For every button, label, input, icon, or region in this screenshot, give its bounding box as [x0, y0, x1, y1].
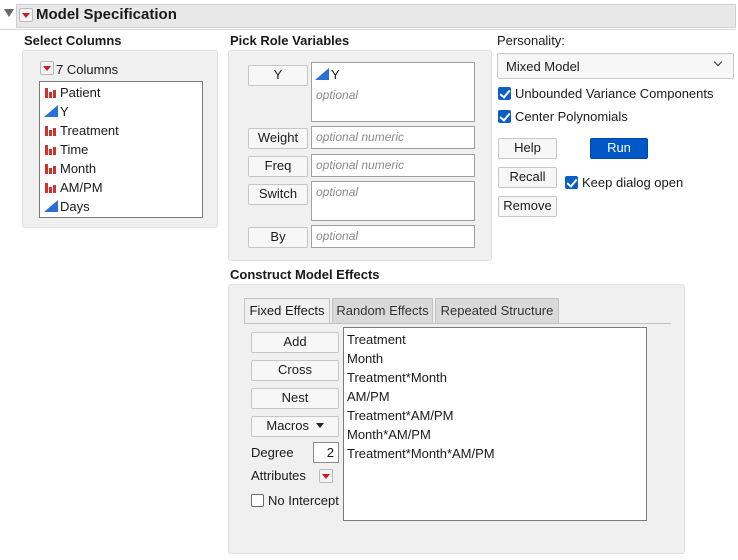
- remove-button[interactable]: Remove: [498, 196, 557, 217]
- columns-menu-icon[interactable]: [40, 61, 54, 75]
- no-intercept-checkbox-icon: [251, 494, 264, 507]
- attributes-label: Attributes: [251, 468, 306, 483]
- center-checkbox-icon: [498, 110, 511, 123]
- effect-list-item[interactable]: Month: [344, 349, 646, 368]
- continuous-triangle-icon: [44, 105, 58, 117]
- column-list-item[interactable]: AM/PM: [40, 178, 202, 197]
- column-list-item[interactable]: Time: [40, 140, 202, 159]
- effect-list-item[interactable]: Treatment*Month: [344, 368, 646, 387]
- personality-select[interactable]: Mixed Model: [497, 53, 734, 79]
- freq-role-box[interactable]: optional numeric: [311, 154, 475, 177]
- column-list-item[interactable]: Y: [40, 102, 202, 121]
- switch-role-box[interactable]: optional: [311, 181, 475, 221]
- pick-roles-heading: Pick Role Variables: [230, 33, 350, 48]
- no-intercept-label: No Intercept: [268, 493, 339, 508]
- degree-input[interactable]: 2: [313, 442, 339, 463]
- attributes-menu-icon[interactable]: [319, 469, 333, 483]
- switch-role-hint: optional: [316, 185, 359, 199]
- personality-label: Personality:: [497, 33, 565, 48]
- effects-list[interactable]: Treatment Month Treatment*Month AM/PM Treatm…: [343, 327, 647, 521]
- effect-list-item[interactable]: Treatment: [344, 330, 646, 349]
- macros-button[interactable]: Macros: [251, 416, 339, 437]
- column-name: AM/PM: [60, 180, 103, 195]
- title-bar: Model Specification: [0, 0, 736, 30]
- column-name: Treatment: [60, 123, 119, 138]
- center-polynomials-checkbox[interactable]: Center Polynomials: [498, 109, 628, 124]
- y-role-hint: optional: [316, 88, 359, 102]
- unbounded-label: Unbounded Variance Components: [515, 86, 714, 101]
- personality-selected: Mixed Model: [506, 59, 580, 74]
- column-name: Time: [60, 142, 89, 157]
- y-role-button[interactable]: Y: [248, 65, 308, 86]
- column-name: Days: [60, 199, 90, 214]
- page-title: Model Specification: [36, 6, 177, 23]
- column-name: Y: [60, 104, 69, 119]
- construct-effects-panel: Fixed Effects Random Effects Repeated St…: [228, 284, 685, 554]
- add-button[interactable]: Add: [251, 332, 339, 353]
- effect-list-item[interactable]: AM/PM: [344, 387, 646, 406]
- column-list-item[interactable]: Patient: [40, 83, 202, 102]
- column-list-item[interactable]: Treatment: [40, 121, 202, 140]
- weight-role-button[interactable]: Weight: [248, 128, 308, 149]
- help-button[interactable]: Help: [498, 138, 557, 159]
- center-label: Center Polynomials: [515, 109, 628, 124]
- column-list-item[interactable]: Month: [40, 159, 202, 178]
- red-triangle-menu-icon[interactable]: [19, 8, 33, 22]
- by-role-box[interactable]: optional: [311, 225, 475, 248]
- y-role-value: Y: [331, 67, 340, 82]
- tab-divider: [244, 323, 671, 324]
- nominal-bar-icon: [45, 183, 56, 193]
- column-name: Patient: [60, 85, 101, 100]
- dropdown-triangle-icon: [315, 423, 324, 428]
- keep-open-label: Keep dialog open: [582, 175, 684, 190]
- column-count-label: 7 Columns: [56, 62, 119, 77]
- y-role-box[interactable]: Y optional: [311, 62, 475, 122]
- macros-label: Macros: [266, 418, 309, 433]
- select-columns-heading: Select Columns: [24, 33, 122, 48]
- freq-role-hint: optional numeric: [316, 158, 405, 172]
- column-list[interactable]: Patient Y Treatment Time Month AM/PM Days: [39, 81, 203, 218]
- effect-list-item[interactable]: Treatment*Month*AM/PM: [344, 444, 646, 463]
- tab-repeated-structure[interactable]: Repeated Structure: [435, 298, 559, 323]
- recall-button[interactable]: Recall: [498, 167, 557, 188]
- tab-fixed-effects[interactable]: Fixed Effects: [244, 298, 330, 323]
- weight-role-box[interactable]: optional numeric: [311, 126, 475, 149]
- freq-role-button[interactable]: Freq: [248, 156, 308, 177]
- disclosure-toggle-icon[interactable]: [4, 9, 14, 17]
- effect-list-item[interactable]: Treatment*AM/PM: [344, 406, 646, 425]
- no-intercept-checkbox[interactable]: No Intercept: [251, 493, 339, 508]
- degree-label: Degree: [251, 445, 294, 460]
- pick-roles-panel: Y Y optional Weight optional numeric Fre…: [228, 50, 492, 261]
- construct-effects-heading: Construct Model Effects: [230, 267, 380, 282]
- select-columns-panel: 7 Columns Patient Y Treatment Time Month AM/P…: [22, 50, 218, 228]
- nominal-bar-icon: [45, 164, 56, 174]
- column-list-item[interactable]: Days: [40, 197, 202, 216]
- run-button[interactable]: Run: [590, 138, 648, 159]
- column-name: Month: [60, 161, 97, 176]
- weight-role-hint: optional numeric: [316, 130, 405, 144]
- keep-dialog-open-checkbox[interactable]: Keep dialog open: [565, 175, 683, 190]
- unbounded-checkbox-icon: [498, 87, 511, 100]
- by-role-hint: optional: [316, 229, 359, 243]
- nest-button[interactable]: Nest: [251, 388, 339, 409]
- nominal-bar-icon: [45, 126, 56, 136]
- effect-list-item[interactable]: Month*AM/PM: [344, 425, 646, 444]
- chevron-down-icon: [713, 57, 723, 67]
- keep-open-checkbox-icon: [565, 176, 578, 189]
- nominal-bar-icon: [45, 145, 56, 155]
- unbounded-variance-checkbox[interactable]: Unbounded Variance Components: [498, 86, 714, 101]
- tab-random-effects[interactable]: Random Effects: [332, 298, 433, 323]
- continuous-triangle-icon: [44, 200, 58, 212]
- cross-button[interactable]: Cross: [251, 360, 339, 381]
- continuous-triangle-icon: [315, 68, 329, 80]
- by-role-button[interactable]: By: [248, 227, 308, 248]
- nominal-bar-icon: [45, 88, 56, 98]
- switch-role-button[interactable]: Switch: [248, 184, 308, 205]
